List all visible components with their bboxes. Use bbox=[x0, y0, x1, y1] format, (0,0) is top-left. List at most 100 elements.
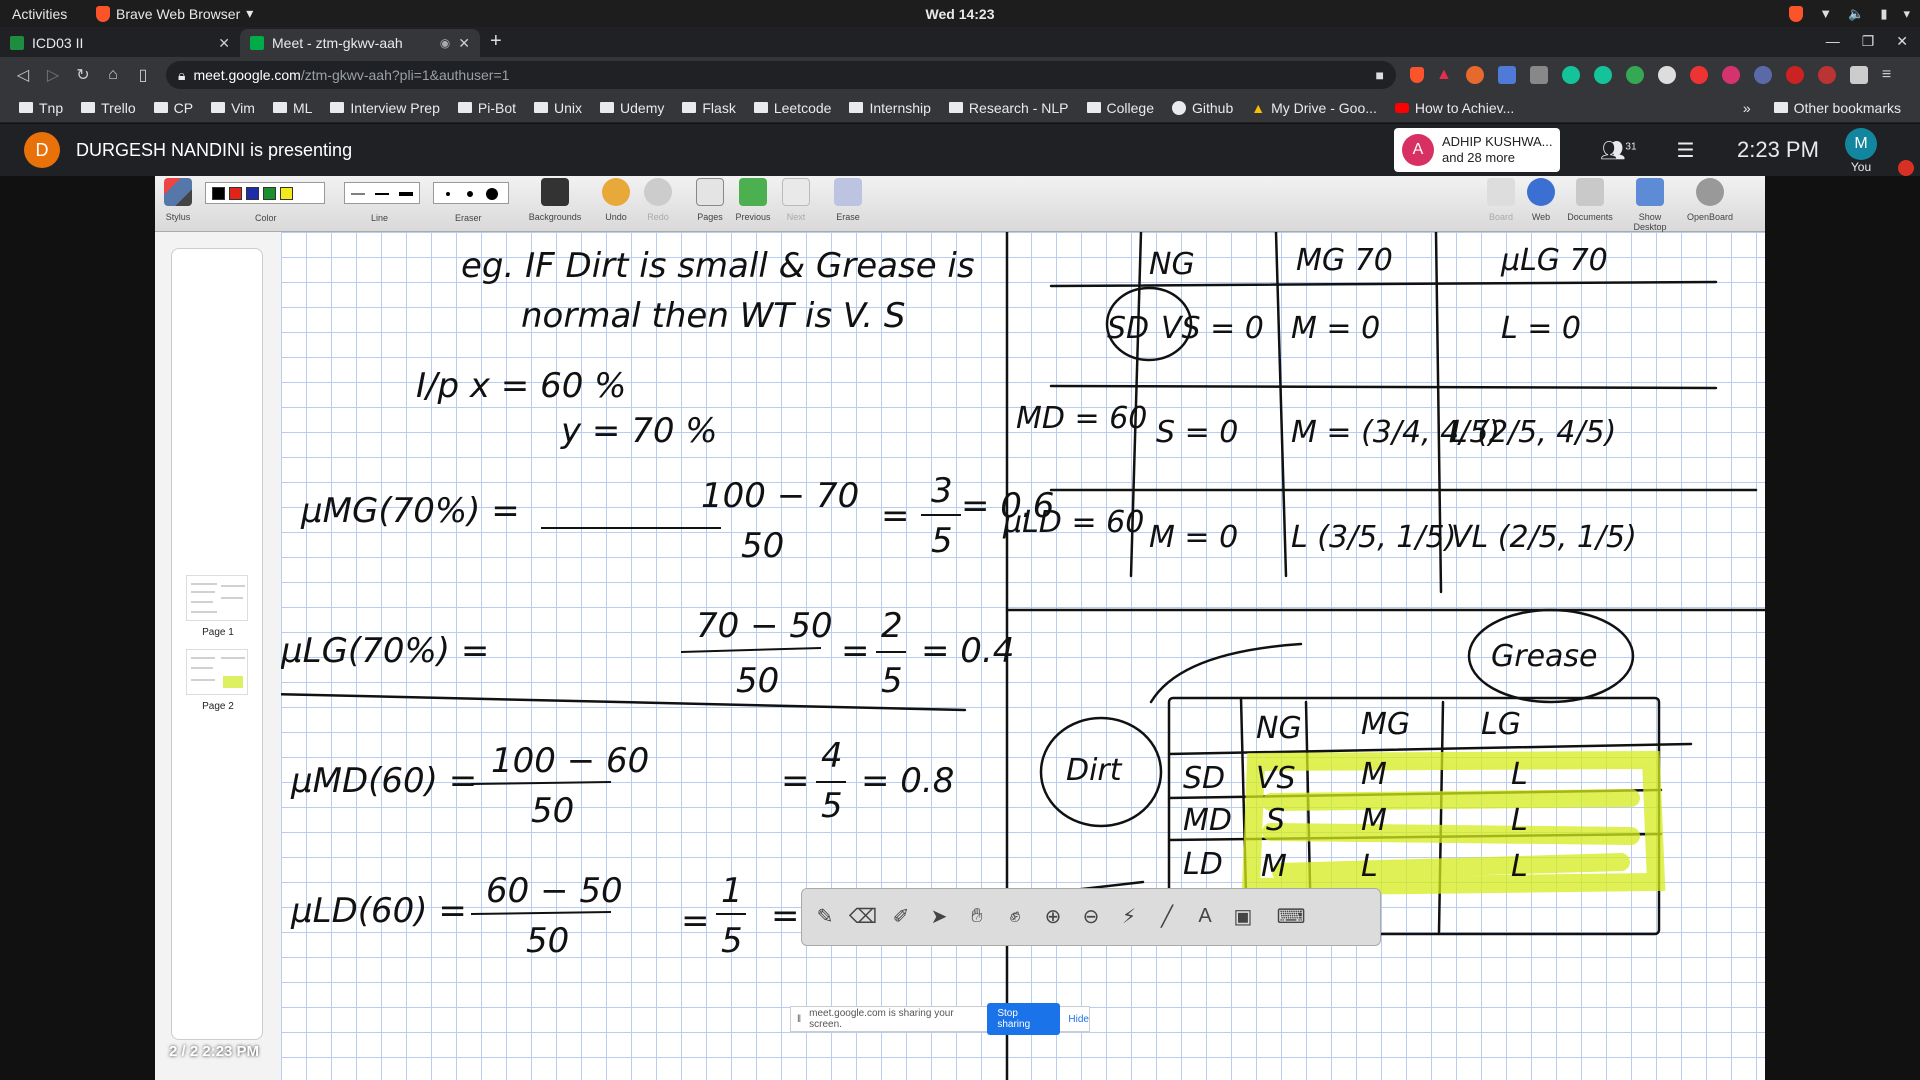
color-swatch-red[interactable] bbox=[229, 186, 242, 200]
extension-icon[interactable] bbox=[1753, 66, 1772, 84]
bookmark-udemy[interactable]: Udemy bbox=[593, 100, 671, 116]
bookmark-interview-prep[interactable]: Interview Prep bbox=[323, 100, 446, 116]
eraser-icon[interactable]: ⌫ bbox=[849, 903, 877, 929]
add-icon[interactable] bbox=[1625, 66, 1644, 84]
bookmark-trello[interactable]: Trello bbox=[74, 100, 143, 116]
back-icon[interactable]: ◁ bbox=[8, 65, 38, 85]
bookmark-vim[interactable]: Vim bbox=[204, 100, 262, 116]
extension-icon[interactable] bbox=[1785, 66, 1804, 84]
url-field[interactable]: 🔒︎ meet.google.com /ztm-gkwv-aah?pli=1&a… bbox=[166, 61, 1396, 89]
page-thumbnail-2[interactable] bbox=[186, 649, 248, 695]
extension-icon[interactable] bbox=[1529, 66, 1548, 84]
participant-tile[interactable]: A ADHIP KUSHWA... and 28 more bbox=[1394, 128, 1560, 172]
text-icon[interactable]: A bbox=[1192, 903, 1218, 929]
bookmark-my-drive[interactable]: ▲ My Drive - Goo... bbox=[1244, 100, 1384, 116]
bookmark-unix[interactable]: Unix bbox=[527, 100, 589, 116]
chat-icon[interactable]: ☰ bbox=[1677, 138, 1695, 163]
menu-icon[interactable]: ≡ bbox=[1882, 66, 1891, 84]
alarm-icon[interactable] bbox=[1689, 66, 1708, 84]
backgrounds-tool[interactable]: Backgrounds bbox=[525, 178, 585, 222]
bookmark-tnp[interactable]: Tnp bbox=[12, 100, 70, 116]
documents-tool[interactable]: Documents bbox=[1565, 178, 1615, 222]
zoom-out-icon[interactable]: ⊖ bbox=[1078, 903, 1104, 929]
color-swatch-black[interactable] bbox=[212, 186, 225, 200]
new-tab-button[interactable]: + bbox=[480, 30, 512, 57]
close-icon[interactable]: ✕ bbox=[458, 35, 470, 52]
openboard-menu-tool[interactable]: OpenBoard bbox=[1683, 178, 1737, 222]
tab-icd03[interactable]: ICD03 II ✕ bbox=[0, 29, 240, 57]
show-desktop-tool[interactable]: Show Desktop bbox=[1621, 178, 1679, 232]
laser-icon[interactable]: ⚡︎ bbox=[1116, 903, 1142, 929]
puzzle-icon[interactable] bbox=[1849, 66, 1868, 84]
hide-button[interactable]: Hide bbox=[1068, 1014, 1089, 1025]
drag-handle-icon[interactable]: ‖ bbox=[797, 1014, 801, 1025]
app-menu[interactable]: Brave Web Browser ▾ bbox=[96, 5, 253, 22]
undo-tool[interactable]: Undo bbox=[599, 178, 633, 222]
reload-icon[interactable]: ↻ bbox=[68, 65, 98, 85]
grammarly-icon[interactable] bbox=[1561, 66, 1580, 84]
more-bookmarks-button[interactable]: » bbox=[1743, 100, 1751, 116]
bookmark-ml[interactable]: ML bbox=[266, 100, 319, 116]
bookmark-flask[interactable]: Flask bbox=[675, 100, 742, 116]
minimize-icon[interactable]: — bbox=[1826, 33, 1840, 50]
close-window-icon[interactable]: ✕ bbox=[1896, 33, 1908, 50]
people-icon[interactable]: 👥︎31 bbox=[1600, 138, 1637, 163]
forward-icon[interactable]: ▷ bbox=[38, 65, 68, 85]
rewards-icon[interactable]: ▲ bbox=[1436, 66, 1452, 84]
activities-button[interactable]: Activities bbox=[0, 6, 96, 22]
pointer-icon[interactable]: ➤ bbox=[926, 903, 952, 929]
tab-meet[interactable]: Meet - ztm-gkwv-aah ◉ ✕ bbox=[240, 29, 480, 57]
web-tool[interactable]: Web bbox=[1525, 178, 1557, 222]
erase-tool[interactable]: Erase bbox=[831, 178, 865, 222]
bookmark-icon[interactable]: ▯ bbox=[128, 65, 158, 85]
redo-tool[interactable]: Redo bbox=[641, 178, 675, 222]
pan-icon[interactable]: ✊︎ bbox=[1002, 903, 1028, 929]
stop-sharing-button[interactable]: Stop sharing bbox=[987, 1003, 1061, 1035]
color-swatch-green[interactable] bbox=[263, 186, 276, 200]
pen-icon[interactable]: ✎ bbox=[812, 903, 838, 929]
page-thumbnail-1[interactable] bbox=[186, 575, 248, 621]
color-swatch-yellow[interactable] bbox=[280, 186, 293, 200]
bookmark-internship[interactable]: Internship bbox=[842, 100, 937, 116]
rule-col-mg: MG bbox=[1361, 707, 1410, 742]
shield-icon[interactable] bbox=[1721, 66, 1740, 84]
keyboard-icon[interactable]: ⌨︎ bbox=[1277, 903, 1306, 929]
previous-tool[interactable]: Previous bbox=[733, 178, 773, 222]
bookmark-leetcode[interactable]: Leetcode bbox=[747, 100, 839, 116]
bookmark-how-to-achieve[interactable]: How to Achiev... bbox=[1388, 100, 1521, 116]
extension-icon[interactable] bbox=[1657, 66, 1676, 84]
whiteboard-canvas[interactable]: eg. IF Dirt is small & Grease is normal … bbox=[281, 232, 1765, 1080]
other-bookmarks[interactable]: Other bookmarks bbox=[1767, 100, 1908, 116]
color-palette[interactable] bbox=[205, 182, 325, 204]
line-icon[interactable]: ╱ bbox=[1154, 903, 1180, 929]
bookmark-research-nlp[interactable]: Research - NLP bbox=[942, 100, 1076, 116]
system-tray[interactable]: ▼ 🔈 ▮ ▾ bbox=[1789, 5, 1910, 22]
home-icon[interactable]: ⌂ bbox=[98, 66, 128, 84]
next-tool[interactable]: Next bbox=[779, 178, 813, 222]
zoom-in-icon[interactable]: ⊕ bbox=[1040, 903, 1066, 929]
system-clock[interactable]: Wed 14:23 bbox=[925, 6, 995, 22]
pages-tool[interactable]: Pages bbox=[693, 178, 727, 222]
marker-icon[interactable]: ✐ bbox=[888, 903, 914, 929]
camera-icon[interactable]: ■ bbox=[1376, 67, 1384, 83]
bookmark-github[interactable]: Github bbox=[1165, 100, 1240, 116]
capture-icon[interactable]: ▣ bbox=[1230, 903, 1256, 929]
extension-icon[interactable] bbox=[1465, 66, 1484, 84]
bookmark-college[interactable]: College bbox=[1080, 100, 1161, 116]
grammarly-icon[interactable] bbox=[1593, 66, 1612, 84]
bookmark-pi-bot[interactable]: Pi-Bot bbox=[451, 100, 523, 116]
extension-icon[interactable] bbox=[1817, 66, 1836, 84]
self-tile[interactable]: M You bbox=[1837, 128, 1885, 174]
hand-icon[interactable]: ✋︎ bbox=[964, 903, 990, 929]
maximize-icon[interactable]: ❐ bbox=[1862, 33, 1875, 50]
bookmark-cp[interactable]: CP bbox=[147, 100, 200, 116]
stylus-tool[interactable]: Stylus bbox=[161, 178, 195, 222]
eraser-size-picker[interactable] bbox=[433, 182, 509, 204]
color-swatch-blue[interactable] bbox=[246, 186, 259, 200]
close-icon[interactable]: ✕ bbox=[218, 35, 230, 52]
board-tool[interactable]: Board bbox=[1485, 178, 1517, 222]
line-width-picker[interactable] bbox=[344, 182, 420, 204]
brave-tray-icon[interactable] bbox=[1789, 5, 1804, 22]
translate-icon[interactable] bbox=[1497, 66, 1516, 84]
brave-shields-icon[interactable] bbox=[1410, 67, 1424, 83]
